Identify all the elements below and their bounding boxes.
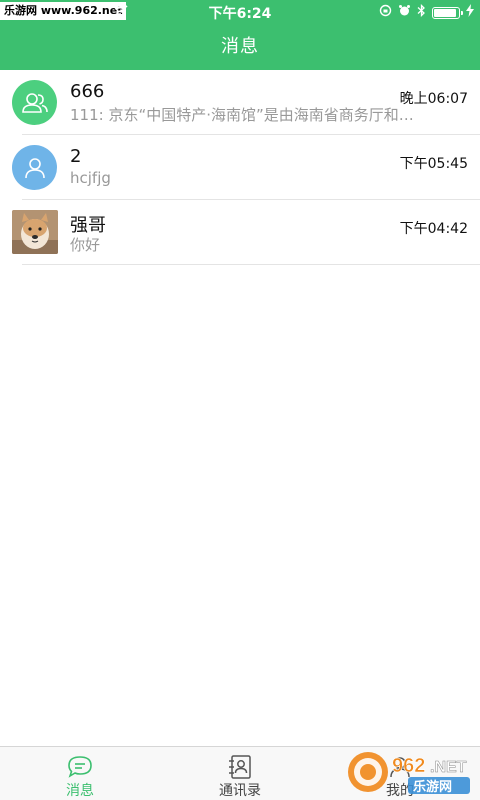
conversation-time: 下午05:45 [399,156,468,172]
conversation-name: 2 [70,146,82,167]
svg-text:乐游网: 乐游网 [413,779,452,795]
status-indicators [379,3,474,21]
site-logo-watermark: 962 .NET 乐游网 [346,750,474,796]
dog-photo-avatar [12,210,58,254]
svg-text:.NET: .NET [430,759,467,776]
conversation-time: 晚上06:07 [399,91,468,107]
tab-label: 通讯录 [219,783,261,799]
tab-messages[interactable]: 消息 [0,747,160,800]
conversation-row[interactable]: 666 111: 京东“中国特产·海南馆”是由海南省商务厅和… 晚上06:07 [0,70,480,135]
conversation-name: 666 [70,81,105,102]
svg-text:962: 962 [392,755,425,777]
alarm-clock-icon [398,4,411,21]
conversation-time: 下午04:42 [399,221,468,237]
group-avatar [12,80,57,125]
conversation-row[interactable]: 2 hcjfjg 下午05:45 [0,135,480,200]
tab-contacts[interactable]: 通讯录 [160,747,320,800]
conversation-list: 666 111: 京东“中国特产·海南馆”是由海南省商务厅和… 晚上06:07 … [0,70,480,265]
bluetooth-icon [417,3,426,21]
battery-icon [432,6,463,19]
tab-label: 消息 [66,783,94,799]
orientation-lock-icon [379,4,392,21]
conversation-row[interactable]: 强哥 你好 下午04:42 [0,200,480,265]
charging-bolt-icon [466,4,474,21]
person-avatar [12,145,57,190]
person-icon [24,157,45,178]
page-title: 消息 [221,36,259,57]
chat-bubble-icon [67,755,93,779]
row-divider [22,264,480,265]
contacts-book-icon [227,755,253,779]
group-icon [21,92,48,113]
status-bar: 乐游网 www.962.net 下午6:24 [0,0,480,24]
app-header: 乐游网 www.962.net 下午6:24 消息 [0,0,480,70]
